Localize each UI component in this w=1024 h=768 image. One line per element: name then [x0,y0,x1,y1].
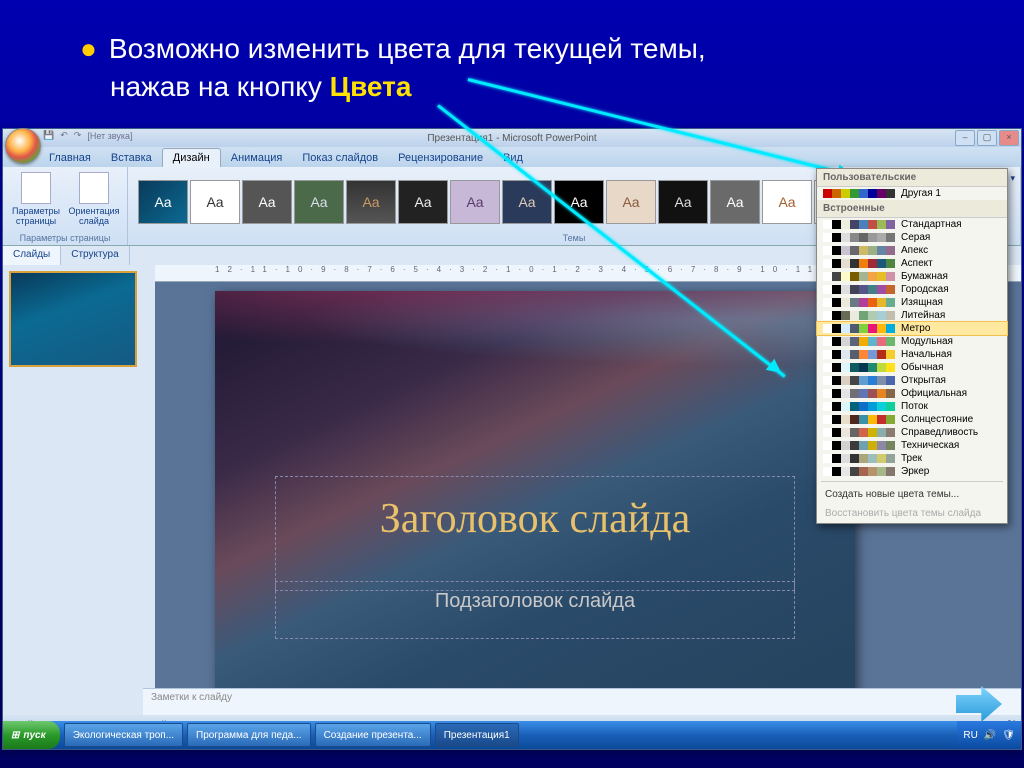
color-scheme-item[interactable]: Другая 1 [817,187,1007,200]
theme-thumbnail[interactable]: Aa [606,180,656,224]
menu-header-builtin: Встроенные [817,200,1007,218]
slides-tab[interactable]: Слайды [3,246,61,266]
color-scheme-item[interactable]: Обычная [817,361,1007,374]
notes-pane[interactable]: Заметки к слайду [143,688,1021,715]
office-button[interactable] [5,128,41,164]
ribbon-tab[interactable]: Дизайн [162,148,221,167]
color-scheme-item[interactable]: Начальная [817,348,1007,361]
tray-lang[interactable]: RU [963,730,977,741]
reset-colors-menuitem: Восстановить цвета темы слайда [817,504,1007,523]
taskbar-item[interactable]: Презентация1 [435,723,519,747]
title-placeholder[interactable]: Заголовок слайда [275,476,795,591]
bullet-icon: ● [80,33,97,64]
color-scheme-item[interactable]: Официальная [817,387,1007,400]
tray-icon[interactable]: 🛡 [1002,730,1015,741]
theme-thumbnail[interactable]: Aa [450,180,500,224]
color-scheme-item[interactable]: Аспект [817,257,1007,270]
color-scheme-item[interactable]: Апекс [817,244,1007,257]
theme-thumbnail[interactable]: Aa [242,180,292,224]
quick-access-toolbar[interactable]: 💾 ↶ ↷ [Нет звука] [43,130,133,141]
undo-icon[interactable]: ↶ [60,130,68,141]
colors-dropdown-menu: Пользовательские Другая 1 Встроенные Ста… [816,168,1008,524]
page-setup-group: Параметры страницы Ориентация слайда Пар… [3,167,128,245]
ribbon-tab[interactable]: Показ слайдов [292,149,388,167]
color-scheme-item[interactable]: Метро [817,322,1007,335]
start-icon: ⊞ [11,730,19,741]
color-scheme-item[interactable]: Поток [817,400,1007,413]
color-scheme-item[interactable]: Справедливость [817,426,1007,439]
ribbon-tab[interactable]: Главная [39,149,101,167]
color-scheme-item[interactable]: Стандартная [817,218,1007,231]
outline-tab[interactable]: Структура [61,246,129,266]
windows-taskbar: ⊞пуск Экологическая троп...Программа для… [3,721,1021,749]
theme-thumbnail[interactable]: Aa [138,180,188,224]
start-button[interactable]: ⊞пуск [3,721,60,749]
color-scheme-item[interactable]: Бумажная [817,270,1007,283]
close-button[interactable]: × [999,130,1019,146]
ribbon-tab[interactable]: Вставка [101,149,162,167]
color-scheme-item[interactable]: Техническая [817,439,1007,452]
taskbar-item[interactable]: Экологическая троп... [64,723,183,747]
color-scheme-item[interactable]: Эркер [817,465,1007,478]
color-scheme-item[interactable]: Серая [817,231,1007,244]
create-colors-menuitem[interactable]: Создать новые цвета темы... [817,485,1007,504]
tray-icon[interactable]: 🔊 [984,730,996,741]
page-params-button[interactable]: Параметры страницы [9,170,63,226]
color-scheme-item[interactable]: Литейная [817,309,1007,322]
theme-thumbnail[interactable]: Aa [710,180,760,224]
minimize-button[interactable]: – [955,130,975,146]
taskbar-item[interactable]: Создание презента... [315,723,431,747]
color-scheme-item[interactable]: Модульная [817,335,1007,348]
ribbon-tab[interactable]: Рецензирование [388,149,493,167]
system-tray[interactable]: RU 🔊 🛡 [957,721,1021,749]
thumbnail-pane[interactable] [3,265,155,715]
menu-header-custom: Пользовательские [817,169,1007,187]
titlebar: 💾 ↶ ↷ [Нет звука] Презентация1 - Microso… [3,129,1021,147]
slide-orientation-button[interactable]: Ориентация слайда [67,170,121,226]
color-scheme-item[interactable]: Городская [817,283,1007,296]
theme-thumbnail[interactable]: Aa [294,180,344,224]
ribbon-tab[interactable]: Анимация [221,149,293,167]
save-icon[interactable]: 💾 [43,130,54,141]
sound-indicator: [Нет звука] [87,131,132,141]
slide-thumbnail-1[interactable] [9,271,137,367]
theme-thumbnail[interactable]: Aa [398,180,448,224]
theme-thumbnail[interactable]: Aa [346,180,396,224]
color-scheme-item[interactable]: Солнцестояние [817,413,1007,426]
color-scheme-item[interactable]: Изящная [817,296,1007,309]
color-scheme-item[interactable]: Открытая [817,374,1007,387]
redo-icon[interactable]: ↷ [74,130,82,141]
theme-thumbnail[interactable]: Aa [190,180,240,224]
theme-thumbnail[interactable]: Aa [658,180,708,224]
taskbar-item[interactable]: Программа для педа... [187,723,311,747]
subtitle-placeholder[interactable]: Подзаголовок слайда [275,581,795,639]
maximize-button[interactable]: ▢ [977,130,997,146]
color-scheme-item[interactable]: Трек [817,452,1007,465]
window-title: Презентация1 - Microsoft PowerPoint [427,133,596,144]
theme-thumbnail[interactable]: Aa [762,180,812,224]
